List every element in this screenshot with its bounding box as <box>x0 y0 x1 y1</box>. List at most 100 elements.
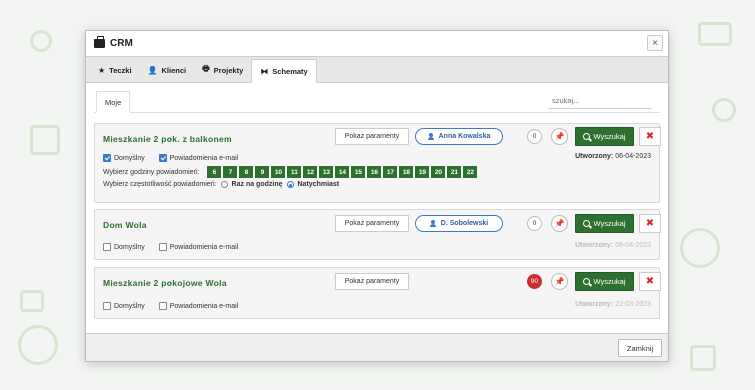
hour-chip[interactable]: 7 <box>223 166 238 178</box>
email-option[interactable]: Powiadomienia e-mail <box>158 302 239 310</box>
freq-radio-hourly[interactable] <box>220 181 228 188</box>
tab-label: Projekty <box>213 65 244 75</box>
email-label: Powiadomienia e-mail <box>169 243 239 251</box>
search-icon <box>583 278 591 285</box>
frequency-label: Wybierz częstotliwość powiadomień: <box>103 181 217 188</box>
hour-chip[interactable]: 18 <box>399 166 414 178</box>
user-icon: 👤 <box>147 65 158 75</box>
hour-chip[interactable]: 9 <box>255 166 270 178</box>
hour-chip[interactable]: 16 <box>367 166 382 178</box>
close-button[interactable]: Zamknij <box>618 339 662 357</box>
user-icon <box>427 133 434 140</box>
pin-button[interactable]: 📌 <box>551 215 568 232</box>
tab-content: Moje Mieszkanie 2 pok. z balkonem Pokaż … <box>94 89 661 325</box>
close-dialog-button[interactable]: × <box>647 35 663 51</box>
email-option[interactable]: Powiadomienia e-mail <box>158 243 239 251</box>
created-label: Utworzony: <box>575 301 614 308</box>
schema-card: Mieszkanie 2 pokojowe Wola Pokaż paramen… <box>94 267 661 319</box>
default-option[interactable]: Domyślny <box>103 302 145 310</box>
tab-label: Teczki <box>109 65 132 75</box>
bg-decoration <box>698 22 732 46</box>
results-count-badge: 0 <box>527 129 542 144</box>
tab-schematy[interactable]: ⧓ Schematy <box>251 59 317 83</box>
hour-chip[interactable]: 15 <box>351 166 366 178</box>
default-checkbox[interactable] <box>103 243 111 251</box>
search-icon <box>583 220 591 227</box>
show-params-button[interactable]: Pokaż paramenty <box>335 215 409 232</box>
tab-klienci[interactable]: 👤 Klienci <box>140 58 195 82</box>
email-checkbox[interactable] <box>158 154 167 162</box>
assigned-user-button[interactable]: D. Sobolewski <box>415 215 503 232</box>
dialog-footer: Zamknij <box>86 333 668 361</box>
email-checkbox[interactable] <box>158 243 167 251</box>
star-icon: ★ <box>98 65 106 75</box>
show-params-button[interactable]: Pokaż paramenty <box>335 128 409 145</box>
search-button-label: Wyszukaj <box>593 132 626 141</box>
bg-decoration <box>30 30 52 52</box>
briefcase-icon <box>94 36 105 48</box>
bg-decoration <box>712 98 736 122</box>
created-date: Utworzony: 06-04-2023 <box>575 242 651 249</box>
show-params-button[interactable]: Pokaż paramenty <box>335 273 409 290</box>
hour-chip[interactable]: 22 <box>463 166 478 178</box>
schema-title: Mieszkanie 2 pokojowe Wola <box>103 278 227 288</box>
close-icon: ✖ <box>645 276 655 287</box>
default-checkbox[interactable] <box>103 154 111 162</box>
crm-dialog: CRM × ★ Teczki 👤 Klienci 🖶 Projekty ⧓ Sc… <box>85 30 669 362</box>
created-value: 06-04-2023 <box>615 242 651 249</box>
bg-decoration <box>18 325 58 365</box>
results-count-badge: 90 <box>527 274 542 289</box>
frequency-selector: Wybierz częstotliwość powiadomień: Raz n… <box>103 181 339 188</box>
default-label: Domyślny <box>114 302 145 310</box>
hour-chip[interactable]: 11 <box>287 166 302 178</box>
search-input[interactable] <box>548 93 652 109</box>
assigned-user-button[interactable]: Anna Kowalska <box>415 128 503 145</box>
subtab-moje[interactable]: Moje <box>96 91 131 113</box>
default-option[interactable]: Domyślny <box>103 154 145 162</box>
schema-icon: ⧓ <box>260 66 269 76</box>
delete-button[interactable]: ✖ <box>639 127 661 146</box>
card-options: Domyślny Powiadomienia e-mail <box>103 243 238 251</box>
schema-card: Dom Wola Pokaż paramenty D. Sobolewski 0… <box>94 209 661 260</box>
hour-chip[interactable]: 6 <box>207 166 222 178</box>
bg-decoration <box>30 125 60 155</box>
hour-chip[interactable]: 13 <box>319 166 334 178</box>
created-value: 22-03-2023 <box>615 301 651 308</box>
email-label: Powiadomienia e-mail <box>169 154 239 162</box>
search-button[interactable]: Wyszukaj <box>575 272 634 291</box>
hour-chip[interactable]: 20 <box>431 166 446 178</box>
email-label: Powiadomienia e-mail <box>169 302 239 310</box>
tab-projekty[interactable]: 🖶 Projekty <box>194 58 251 82</box>
pin-button[interactable]: 📌 <box>551 128 568 145</box>
hours-label: Wybierz godziny powiadomień: <box>103 168 200 176</box>
default-option[interactable]: Domyślny <box>103 243 145 251</box>
hour-chip[interactable]: 8 <box>239 166 254 178</box>
default-label: Domyślny <box>114 154 145 162</box>
pin-icon: 📌 <box>554 132 565 141</box>
search-button[interactable]: Wyszukaj <box>575 127 634 146</box>
user-icon <box>429 220 436 227</box>
email-option[interactable]: Powiadomienia e-mail <box>158 154 239 162</box>
created-date: Utworzony: 06-04-2023 <box>575 153 651 160</box>
hour-chip[interactable]: 10 <box>271 166 286 178</box>
hour-chip[interactable]: 12 <box>303 166 318 178</box>
schema-title: Mieszkanie 2 pok. z balkonem <box>103 134 232 144</box>
assigned-user-label: Anna Kowalska <box>438 133 491 140</box>
delete-button[interactable]: ✖ <box>639 272 661 291</box>
email-checkbox[interactable] <box>158 302 167 310</box>
pin-button[interactable]: 📌 <box>551 273 568 290</box>
default-checkbox[interactable] <box>103 302 111 310</box>
hour-chip[interactable]: 14 <box>335 166 350 178</box>
hour-chip[interactable]: 19 <box>415 166 430 178</box>
freq-radio-instant[interactable] <box>286 181 294 188</box>
hour-chip[interactable]: 17 <box>383 166 398 178</box>
subtabs: Moje <box>94 89 660 113</box>
hour-chip[interactable]: 21 <box>447 166 462 178</box>
delete-button[interactable]: ✖ <box>639 214 661 233</box>
bg-decoration <box>690 345 716 371</box>
search-button[interactable]: Wyszukaj <box>575 214 634 233</box>
hours-selector: Wybierz godziny powiadomień: 6 7 8 9 10 … <box>103 166 478 178</box>
tab-teczki[interactable]: ★ Teczki <box>90 58 140 82</box>
freq-option-label: Raz na godzinę <box>231 181 283 188</box>
search-icon <box>583 133 591 140</box>
